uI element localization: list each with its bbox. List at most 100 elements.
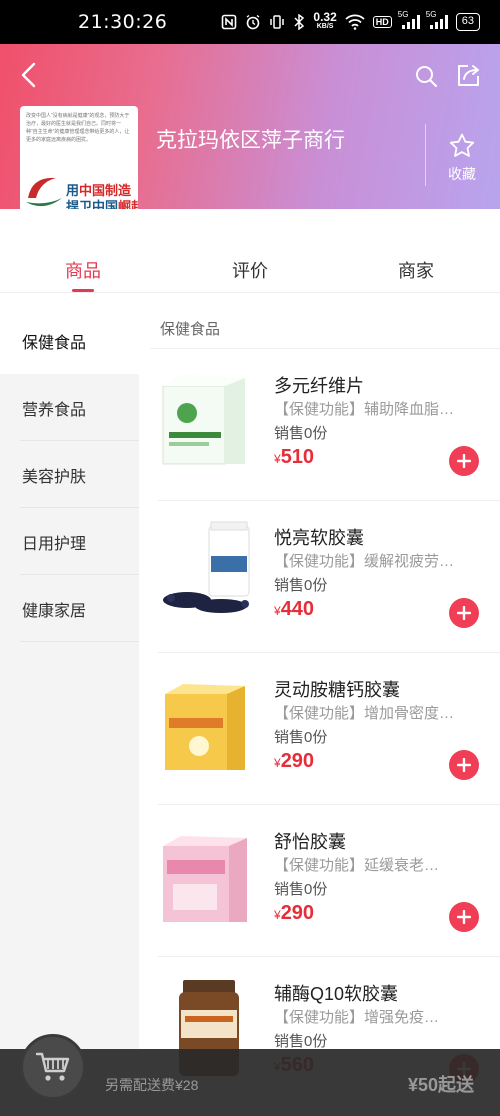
product-description: 【保健功能】延缓衰老… — [274, 857, 440, 874]
product-description: 【保健功能】增加骨密度… — [274, 705, 455, 722]
sim1-label: 5G — [397, 10, 409, 19]
share-icon — [458, 65, 479, 86]
add-to-cart-button[interactable] — [449, 598, 479, 628]
net-speed: 0.32 KB/S — [313, 10, 337, 32]
plus-icon — [457, 606, 471, 620]
alarm-icon — [245, 14, 261, 30]
header-divider — [425, 124, 426, 186]
product-divider — [158, 500, 500, 501]
nfc-icon — [221, 14, 237, 30]
tab-reviews[interactable]: 评价 — [232, 257, 268, 283]
logo-emblem-icon — [26, 177, 62, 207]
product-description: 【保健功能】缓解视疲劳… — [274, 553, 455, 570]
sim2-label: 5G — [425, 10, 437, 19]
currency-symbol: ¥ — [274, 756, 281, 770]
category-sidebar: 保健食品 营养食品 美容护肤 日用护理 健康家居 — [0, 307, 139, 1116]
category-daily-care[interactable]: 日用护理 — [0, 508, 139, 575]
category-label: 保健食品 — [22, 334, 87, 352]
product-name: 悦亮软胶囊 — [274, 528, 364, 548]
tab-merchant[interactable]: 商家 — [398, 257, 434, 283]
price-amount: 290 — [280, 902, 315, 924]
product-image — [162, 374, 245, 465]
product-price: ¥290 — [274, 902, 314, 925]
status-bar: 21:30:26 0.32 KB/S HD 5G 5G 63 — [0, 0, 500, 44]
logo-paragraph: 改变中国人“没有病就是健康”的观念，预防大于治疗，最好的医生就是我们自己。同时将… — [26, 113, 130, 143]
product-card[interactable]: 舒怡胶囊 【保健功能】延缓衰老… 销售0份 ¥290 — [139, 806, 500, 958]
price-amount: 440 — [280, 598, 315, 620]
product-price: ¥510 — [274, 446, 314, 469]
product-image — [165, 684, 245, 770]
bluetooth-icon — [293, 14, 305, 30]
category-label: 美容护肤 — [22, 468, 87, 486]
currency-symbol: ¥ — [274, 604, 281, 618]
currency-symbol: ¥ — [274, 908, 281, 922]
category-label: 日用护理 — [22, 535, 87, 553]
tab-products[interactable]: 商品 — [65, 257, 101, 283]
vibrate-icon — [269, 14, 285, 30]
product-divider — [158, 956, 500, 957]
category-beauty-skincare[interactable]: 美容护肤 — [0, 441, 139, 508]
product-name: 灵动胺糖钙胶囊 — [274, 680, 400, 700]
net-speed-value: 0.32 — [313, 10, 337, 24]
signal-icon-sim1: 5G — [398, 10, 420, 30]
status-icons: 0.32 KB/S HD 5G 5G 63 — [221, 10, 480, 32]
add-to-cart-button[interactable] — [449, 750, 479, 780]
add-to-cart-button[interactable] — [449, 902, 479, 932]
store-name: 克拉玛依区萍子商行 — [156, 129, 345, 152]
store-header: 改变中国人“没有病就是健康”的观念，预防大于治疗，最好的医生就是我们自己。同时将… — [0, 44, 500, 223]
favorite-label: 收藏 — [448, 166, 476, 182]
category-label: 健康家居 — [22, 602, 87, 620]
hd-badge: HD — [372, 16, 392, 28]
category-health-food[interactable]: 保健食品 — [0, 307, 139, 374]
favorite-button[interactable]: 收藏 — [436, 132, 488, 190]
product-image — [163, 521, 250, 613]
store-tabs: 商品 评价 商家 — [0, 209, 500, 293]
price-amount: 510 — [280, 446, 315, 468]
back-arrow-icon — [21, 62, 36, 88]
product-price: ¥440 — [274, 598, 314, 621]
tab-active-indicator — [72, 289, 94, 292]
plus-icon — [457, 758, 471, 772]
cart-icon — [35, 1052, 70, 1081]
product-image — [163, 836, 247, 922]
cart-bar: 另需配送费¥28 ¥50起送 — [0, 1034, 500, 1116]
category-health-home[interactable]: 健康家居 — [0, 575, 139, 642]
plus-icon — [457, 454, 471, 468]
product-sales: 销售0份 — [274, 881, 328, 898]
share-button[interactable] — [452, 60, 484, 92]
product-sales: 销售0份 — [274, 729, 328, 746]
product-divider — [158, 804, 500, 805]
product-card[interactable]: 多元纤维片 【保健功能】辅助降血脂… 销售0份 ¥510 — [139, 350, 500, 502]
product-name: 辅酶Q10软胶囊 — [274, 984, 399, 1004]
currency-symbol: ¥ — [274, 452, 281, 466]
product-card[interactable]: 悦亮软胶囊 【保健功能】缓解视疲劳… 销售0份 ¥440 — [139, 502, 500, 654]
cart-button[interactable] — [20, 1034, 86, 1100]
delivery-fee-text: 另需配送费¥28 — [105, 1077, 199, 1093]
search-button[interactable] — [410, 60, 442, 92]
plus-icon — [457, 910, 471, 924]
section-title: 保健食品 — [160, 321, 221, 338]
product-sales: 销售0份 — [274, 1033, 328, 1050]
product-divider — [158, 652, 500, 653]
product-name: 多元纤维片 — [274, 376, 364, 396]
product-card[interactable]: 灵动胺糖钙胶囊 【保健功能】增加骨密度… 销售0份 ¥290 — [139, 654, 500, 806]
category-label: 营养食品 — [22, 401, 87, 419]
product-price: ¥290 — [274, 750, 314, 773]
store-logo: 改变中国人“没有病就是健康”的观念，预防大于治疗，最好的医生就是我们自己。同时将… — [20, 106, 138, 223]
status-time: 21:30:26 — [78, 11, 168, 33]
product-description: 【保健功能】增强免疫… — [274, 1009, 440, 1026]
section-divider — [150, 348, 500, 349]
star-icon — [449, 133, 475, 157]
search-icon — [416, 66, 438, 88]
back-button[interactable] — [14, 60, 44, 90]
wifi-icon — [345, 14, 365, 30]
product-sales: 销售0份 — [274, 577, 328, 594]
product-sales: 销售0份 — [274, 425, 328, 442]
price-amount: 290 — [280, 750, 315, 772]
battery-indicator: 63 — [455, 13, 480, 31]
add-to-cart-button[interactable] — [449, 446, 479, 476]
product-description: 【保健功能】辅助降血脂… — [274, 401, 455, 418]
product-name: 舒怡胶囊 — [274, 832, 346, 852]
min-order-button[interactable]: ¥50起送 — [408, 1071, 474, 1097]
category-nutrition-food[interactable]: 营养食品 — [0, 374, 139, 441]
